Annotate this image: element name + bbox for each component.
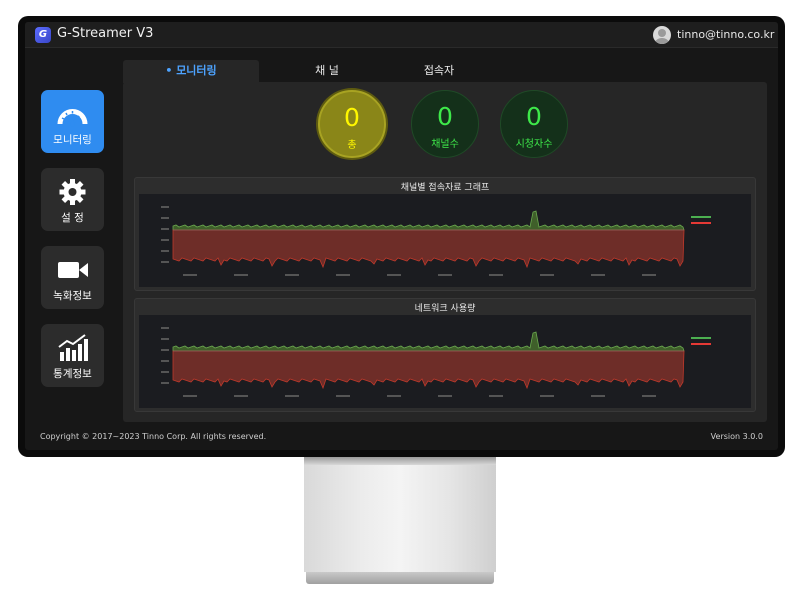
legend-sent-marker	[691, 222, 711, 224]
network-io-graph	[161, 327, 711, 397]
x-tick-mark	[540, 395, 554, 397]
graph-title: 채널별 접속자료 그래프	[400, 183, 490, 193]
x-tick-mark	[183, 274, 197, 276]
sidebar-item-label: 모니터링	[53, 134, 92, 146]
x-tick-mark	[285, 274, 299, 276]
y-tick-mark	[161, 206, 169, 208]
x-tick-mark	[285, 395, 299, 397]
monitor-bezel: G G-Streamer V3 tinno@tinno.co.kr 모니터링 설…	[18, 16, 785, 457]
stat-channels: 0 채널수	[411, 90, 479, 158]
monitor-stand-neck	[304, 457, 496, 572]
stat-viewers: 0 시청자수	[500, 90, 568, 158]
x-tick-mark	[540, 274, 554, 276]
app-logo-icon: G	[35, 27, 51, 43]
x-tick-mark	[642, 395, 656, 397]
bar-chart-icon	[58, 334, 88, 361]
channel-viewers-graph-card: 채널별 접속자료 그래프	[134, 177, 756, 291]
app-title: G-Streamer V3	[57, 26, 154, 41]
legend-received-marker	[691, 216, 711, 218]
x-tick-mark	[387, 274, 401, 276]
version-text: Version 3.0.0	[710, 432, 763, 441]
top-bar: G G-Streamer V3 tinno@tinno.co.kr	[25, 22, 778, 48]
y-tick-mark	[161, 371, 169, 373]
user-email[interactable]: tinno@tinno.co.kr	[677, 28, 774, 41]
x-tick-mark	[336, 274, 350, 276]
sidebar-item-settings[interactable]: 설 정	[41, 168, 104, 231]
x-tick-mark	[591, 395, 605, 397]
sent-area	[172, 350, 685, 390]
stat-label: 채널수	[431, 139, 459, 150]
y-tick-mark	[161, 382, 169, 384]
tab-monitoring[interactable]: • 모니터링	[123, 60, 259, 83]
received-area	[172, 210, 685, 231]
y-tick-mark	[161, 338, 169, 340]
x-tick-mark	[438, 395, 452, 397]
x-tick-mark	[489, 274, 503, 276]
x-tick-mark	[642, 274, 656, 276]
sidebar-item-recording[interactable]: 녹화정보	[41, 246, 104, 309]
gear-icon	[59, 179, 86, 205]
y-tick-mark	[161, 217, 169, 219]
monitor-stand-shadow	[304, 457, 496, 465]
gauge-icon	[57, 109, 88, 127]
y-tick-mark	[161, 239, 169, 241]
x-tick-mark	[183, 395, 197, 397]
y-tick-mark	[161, 228, 169, 230]
sidebar-item-label: 녹화정보	[53, 290, 92, 302]
stat-total: 0 총	[318, 90, 386, 158]
x-tick-mark	[489, 395, 503, 397]
stat-label: 총	[347, 140, 357, 151]
x-tick-mark	[591, 274, 605, 276]
x-tick-mark	[336, 395, 350, 397]
x-tick-mark	[234, 395, 248, 397]
monitor-stand-base	[306, 572, 494, 584]
stat-value: 0	[437, 102, 453, 131]
graph-plot-area	[139, 194, 751, 287]
received-area	[172, 331, 685, 352]
video-camera-icon	[58, 262, 88, 278]
network-io-graph	[161, 206, 711, 276]
sidebar-item-monitoring[interactable]: 모니터링	[41, 90, 104, 153]
y-tick-mark	[161, 250, 169, 252]
legend-received-marker	[691, 337, 711, 339]
stat-value: 0	[344, 103, 360, 132]
sidebar-item-label: 통계정보	[53, 368, 92, 380]
stat-label: 시청자수	[515, 139, 553, 150]
user-avatar[interactable]	[653, 26, 671, 44]
x-tick-mark	[438, 274, 452, 276]
network-usage-graph-card: 네트워크 사용량	[134, 298, 756, 412]
stat-value: 0	[526, 102, 542, 131]
y-tick-mark	[161, 360, 169, 362]
graph-plot-area	[139, 315, 751, 408]
x-tick-mark	[234, 274, 248, 276]
sidebar-item-label: 설 정	[61, 212, 84, 224]
legend-sent-marker	[691, 343, 711, 345]
x-tick-mark	[387, 395, 401, 397]
sidebar-item-statistics[interactable]: 통계정보	[41, 324, 104, 387]
y-tick-mark	[161, 327, 169, 329]
graph-title: 네트워크 사용량	[414, 304, 476, 314]
copyright-text: Copyright © 2017~2023 Tinno Corp. All ri…	[40, 432, 267, 441]
y-tick-mark	[161, 349, 169, 351]
y-tick-mark	[161, 261, 169, 263]
app-screen: G G-Streamer V3 tinno@tinno.co.kr 모니터링 설…	[25, 22, 778, 450]
tab-viewers[interactable]: 접속자	[371, 60, 507, 83]
sent-area	[172, 229, 685, 269]
